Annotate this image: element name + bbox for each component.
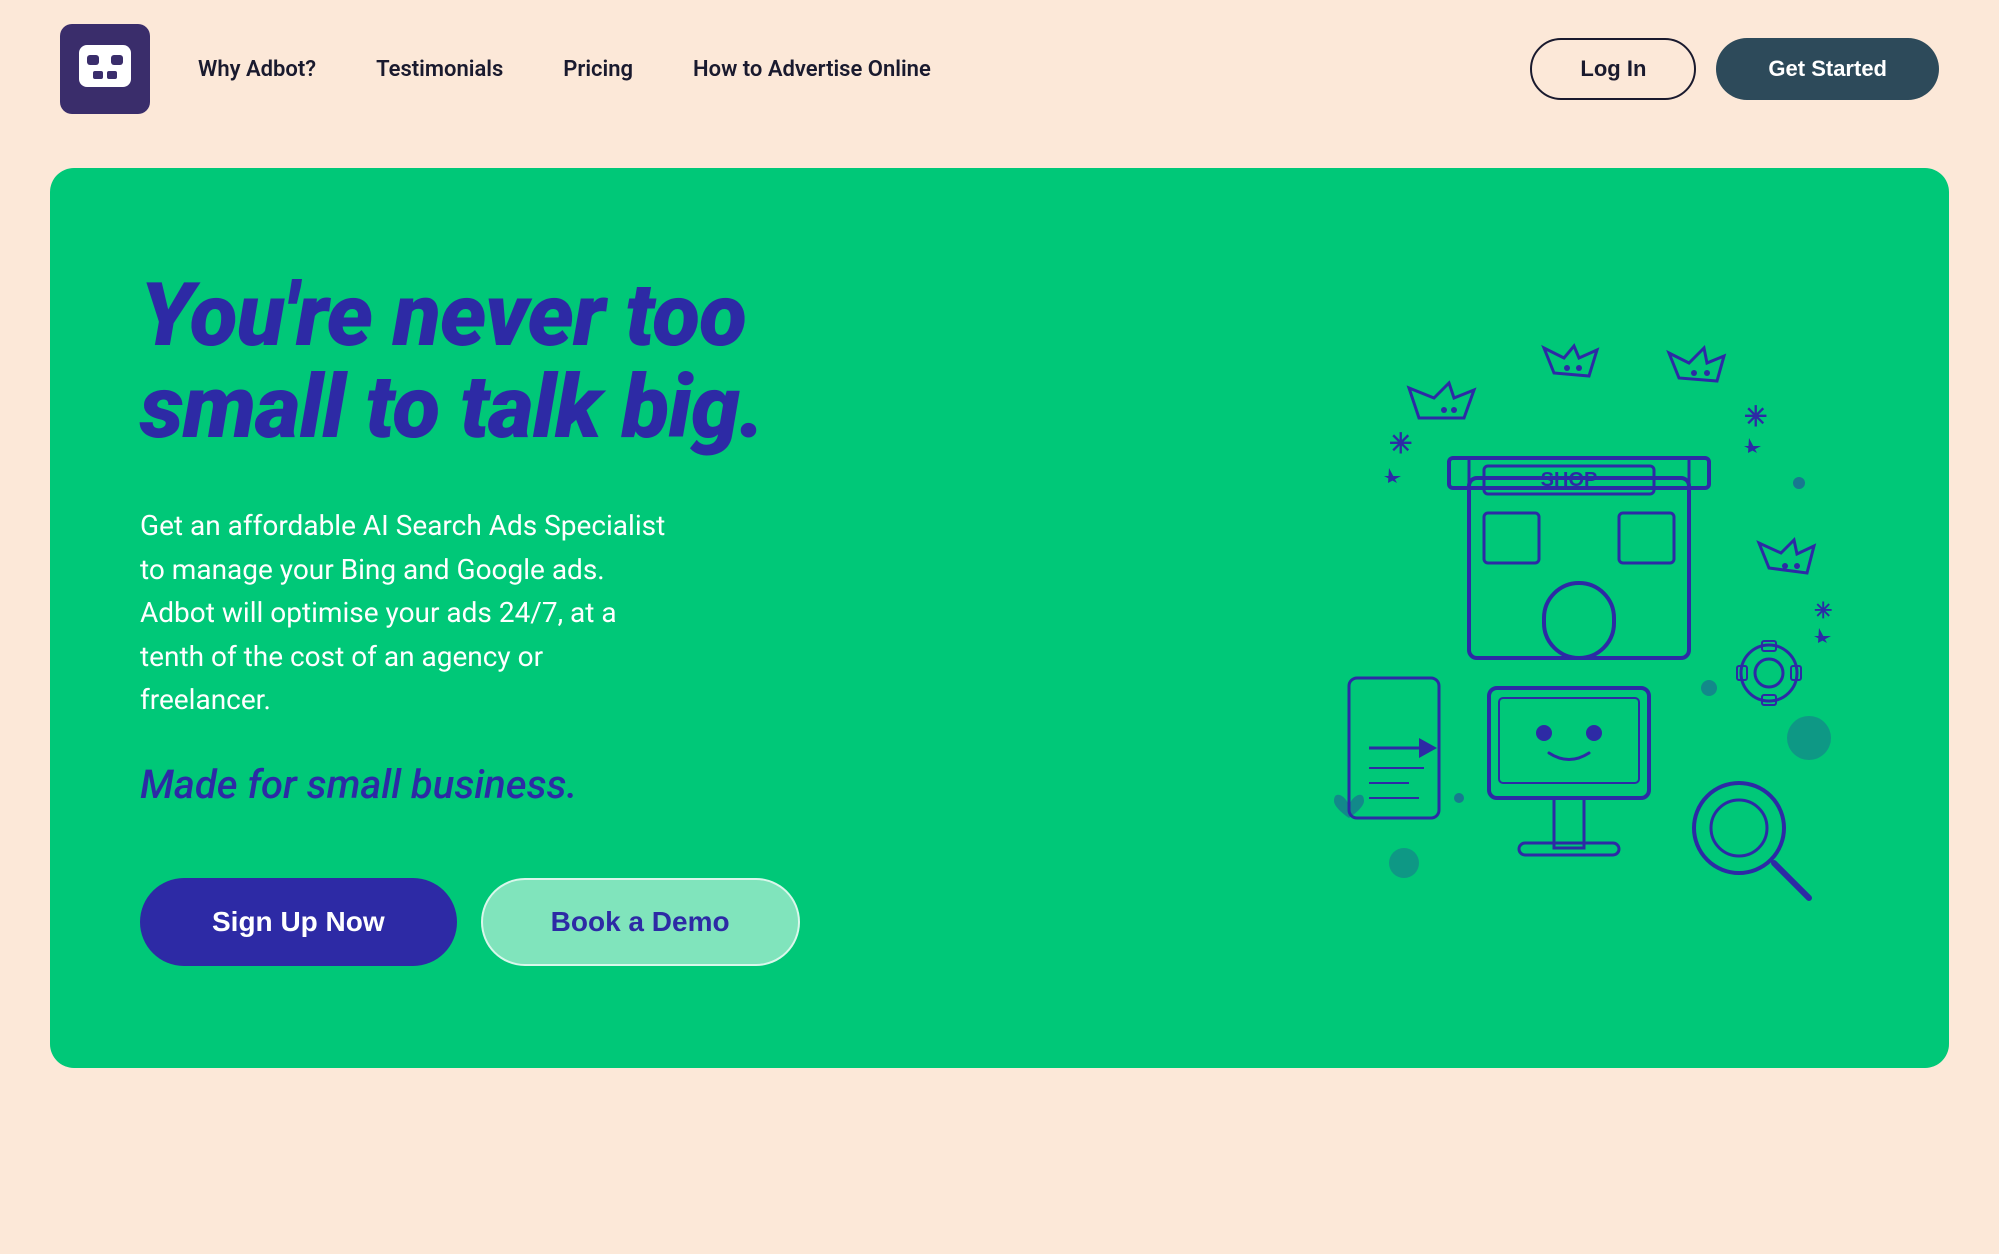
demo-button[interactable]: Book a Demo (481, 878, 800, 966)
svg-text:✳: ✳ (1744, 400, 1767, 433)
get-started-button[interactable]: Get Started (1716, 38, 1939, 100)
hero-illustration: SHOP (1289, 318, 1869, 918)
login-button[interactable]: Log In (1530, 38, 1696, 100)
hero-tagline: Made for small business. (140, 761, 840, 808)
header: Why Adbot? Testimonials Pricing How to A… (0, 0, 1999, 138)
nav-testimonials[interactable]: Testimonials (376, 57, 503, 82)
nav-why-adbot[interactable]: Why Adbot? (198, 57, 316, 82)
hero-title: You're never too small to talk big. (140, 270, 840, 455)
hero-buttons: Sign Up Now Book a Demo (140, 878, 840, 966)
hero-content: You're never too small to talk big. Get … (140, 270, 840, 967)
nav-pricing[interactable]: Pricing (563, 57, 633, 82)
nav-how-to-advertise[interactable]: How to Advertise Online (693, 57, 931, 82)
main-nav: Why Adbot? Testimonials Pricing How to A… (198, 57, 1482, 82)
signup-button[interactable]: Sign Up Now (140, 878, 457, 966)
hero-description: Get an affordable AI Search Ads Speciali… (140, 504, 680, 721)
svg-text:✳: ✳ (1814, 599, 1832, 624)
svg-text:✳: ✳ (1389, 427, 1412, 460)
header-actions: Log In Get Started (1530, 38, 1939, 100)
hero-section: You're never too small to talk big. Get … (50, 168, 1949, 1068)
logo[interactable] (60, 24, 150, 114)
svg-text:SHOP: SHOP (1541, 469, 1598, 491)
